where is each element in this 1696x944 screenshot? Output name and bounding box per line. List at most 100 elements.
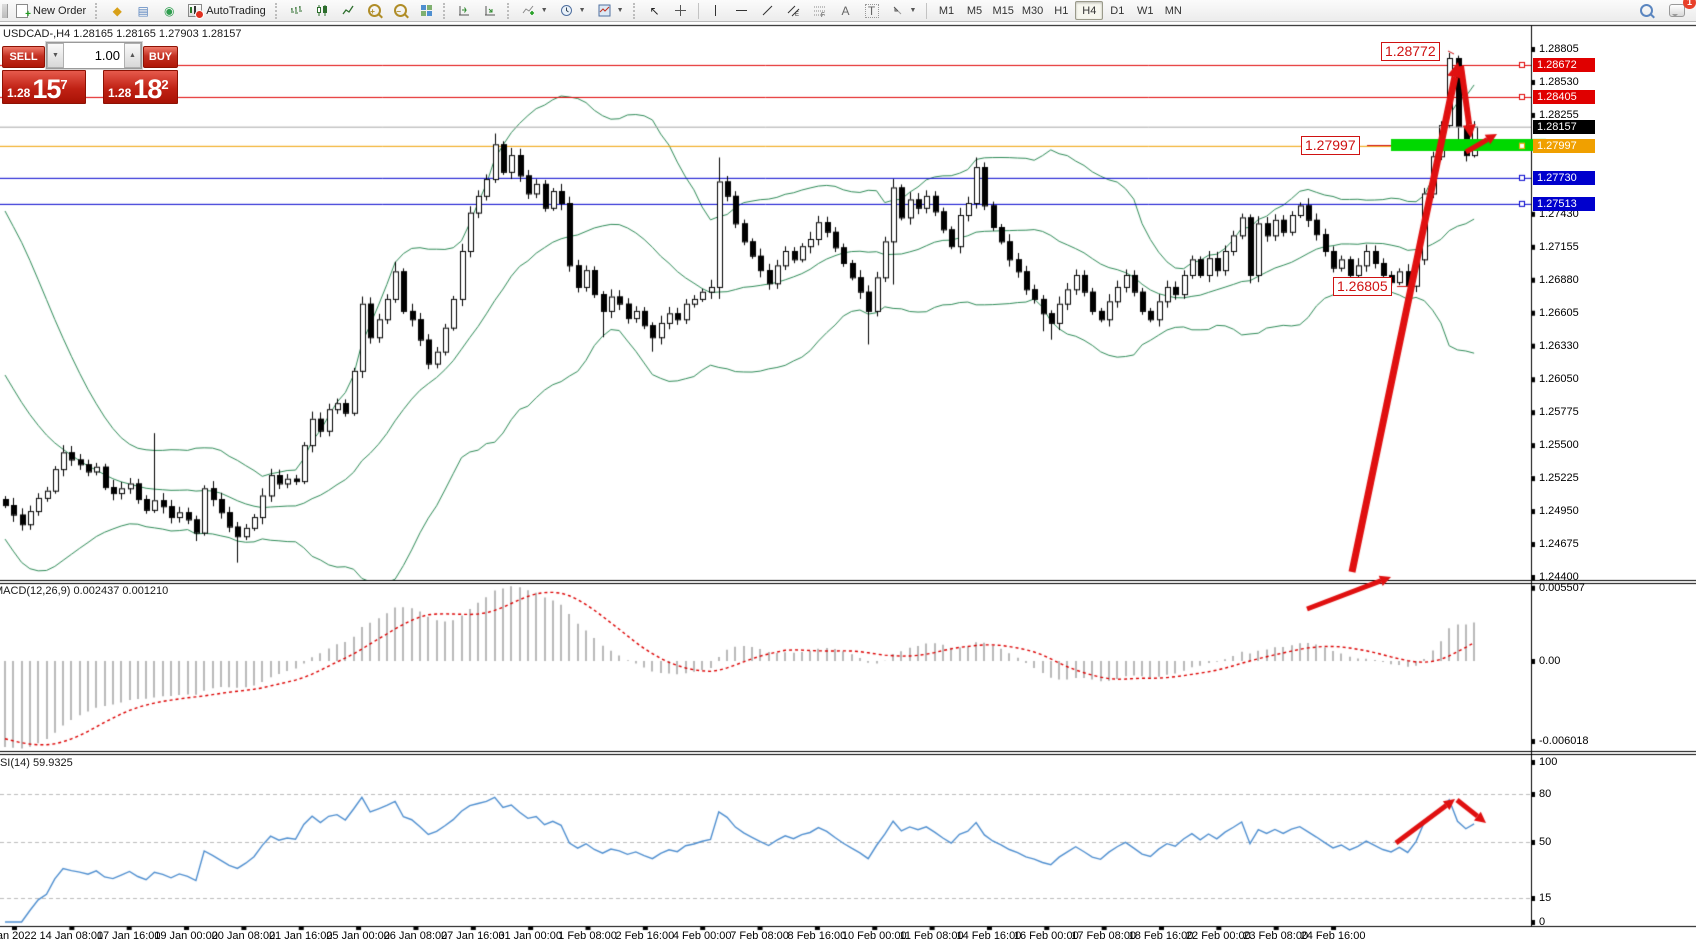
volume-up-button[interactable]: ▲: [124, 43, 141, 68]
price-callout-label[interactable]: 1.27997: [1301, 136, 1360, 155]
timeframe-m30-button[interactable]: M30: [1018, 1, 1047, 20]
volume-stepper: ▼ ▲: [46, 42, 142, 69]
shapes-button[interactable]: ▼: [886, 1, 922, 21]
buy-price-small: 1.28: [108, 86, 131, 101]
time-tick-label: 18 Feb 16:00: [1129, 930, 1194, 942]
price-tick-label: 1.26050: [1539, 373, 1579, 385]
trendline-button[interactable]: [756, 1, 780, 21]
notifications-button[interactable]: 1: [1664, 1, 1690, 21]
timeframe-mn-button[interactable]: MN: [1159, 1, 1187, 20]
autotrading-icon: [188, 4, 202, 18]
buy-price-sup: 2: [161, 79, 168, 91]
tile-windows-icon: [420, 4, 434, 18]
time-tick-label: 11 Feb 08:00: [900, 930, 964, 942]
cursor-button[interactable]: ↖: [643, 1, 667, 21]
sell-button[interactable]: SELL: [2, 46, 45, 68]
time-tick-label: 22 Feb 00:00: [1186, 930, 1251, 942]
fibonacci-icon: F: [813, 4, 827, 18]
indicators-button[interactable]: ▼: [517, 1, 553, 21]
time-tick-label: 1 Feb 08:00: [558, 930, 617, 942]
new-order-label: New Order: [33, 5, 86, 17]
bar-chart-icon: [290, 4, 304, 18]
text-icon: A: [839, 4, 853, 18]
clipped-icon: [2, 4, 8, 18]
vertical-line-button[interactable]: [704, 1, 728, 21]
new-order-button[interactable]: New Order: [10, 1, 91, 21]
timeframe-d1-button[interactable]: D1: [1103, 1, 1131, 20]
timeframe-m15-button[interactable]: M15: [988, 1, 1017, 20]
vertical-line-icon: [709, 4, 723, 18]
horizontal-line-button[interactable]: [730, 1, 754, 21]
rsi-tick-label: 80: [1539, 788, 1551, 800]
time-tick-label: 17 Jan 16:00: [97, 930, 161, 942]
text-label-button[interactable]: T: [860, 1, 884, 21]
price-tick-label: 1.25775: [1539, 406, 1579, 418]
timeframe-bar: M1M5M15M30H1H4D1W1MN: [932, 1, 1187, 20]
signals-button[interactable]: ◉: [157, 1, 181, 21]
channel-button[interactable]: E: [782, 1, 806, 21]
level-price-label: 1.28672: [1533, 58, 1595, 72]
macd-indicator-label: MACD(12,26,9) 0.002437 0.001210: [0, 585, 168, 597]
autotrading-button[interactable]: AutoTrading: [183, 1, 271, 21]
template-button[interactable]: ▼: [593, 1, 629, 21]
one-click-trading-panel: SELL ▼ ▲ BUY 1.28 15 7 1.28 18 2: [2, 42, 178, 104]
time-tick-label: 7 Feb 08:00: [730, 930, 789, 942]
rsi-indicator-label: RSI(14) 59.9325: [0, 757, 73, 769]
fibonacci-button[interactable]: F: [808, 1, 832, 21]
candlestick-chart-icon: [316, 4, 330, 18]
text-label-icon: T: [865, 4, 879, 18]
chat-bubble-icon: [1669, 4, 1685, 17]
template-icon: [598, 4, 612, 18]
price-callout-label[interactable]: 1.28772: [1381, 42, 1440, 61]
autotrading-label: AutoTrading: [206, 5, 266, 17]
bar-chart-button[interactable]: [285, 1, 309, 21]
volume-input[interactable]: [64, 43, 124, 68]
zoom-in-button[interactable]: +: [363, 1, 387, 21]
timeframe-h1-button[interactable]: H1: [1047, 1, 1075, 20]
buy-price-display[interactable]: 1.28 18 2: [103, 70, 178, 104]
candlestick-chart-button[interactable]: [311, 1, 335, 21]
profile-button[interactable]: ◆: [105, 1, 129, 21]
crosshair-button[interactable]: [669, 1, 693, 21]
sell-price-display[interactable]: 1.28 15 7: [2, 70, 86, 104]
time-tick-label: 4 Feb 00:00: [673, 930, 732, 942]
market-watch-icon: ▤: [136, 4, 150, 18]
time-tick-label: 16 Feb 00:00: [1014, 930, 1079, 942]
level-price-label: 1.27997: [1533, 139, 1595, 153]
market-watch-button[interactable]: ▤: [131, 1, 155, 21]
timeframe-w1-button[interactable]: W1: [1131, 1, 1159, 20]
price-callout-label[interactable]: 1.26805: [1333, 277, 1392, 296]
volume-down-button[interactable]: ▼: [47, 43, 64, 68]
auto-scroll-icon: [458, 4, 472, 18]
channel-icon: E: [787, 4, 801, 18]
buy-button[interactable]: BUY: [143, 46, 178, 68]
search-button[interactable]: [1635, 1, 1658, 21]
time-tick-label: 14 Jan 08:00: [40, 930, 104, 942]
line-chart-icon: [342, 4, 356, 18]
text-button[interactable]: A: [834, 1, 858, 21]
level-price-label: 1.28405: [1533, 90, 1595, 104]
period-dropdown-arrow: ▼: [579, 7, 586, 14]
tile-windows-button[interactable]: [415, 1, 439, 21]
time-tick-label: 25 Jan 00:00: [326, 930, 390, 942]
line-chart-button[interactable]: [337, 1, 361, 21]
zoom-out-button[interactable]: −: [389, 1, 413, 21]
chart-canvas[interactable]: [0, 22, 1696, 944]
price-tick-label: 1.28805: [1539, 43, 1579, 55]
price-tick-label: 1.26880: [1539, 274, 1579, 286]
period-button[interactable]: ▼: [555, 1, 591, 21]
svg-text:E: E: [795, 12, 799, 17]
time-tick-label: 19 Jan 00:00: [154, 930, 218, 942]
current-price-label: 1.28157: [1533, 120, 1595, 134]
time-tick-label: 24 Feb 16:00: [1301, 930, 1366, 942]
chart-shift-button[interactable]: [479, 1, 503, 21]
sell-price-big: 15: [32, 77, 60, 101]
chart-window: USDCAD-,H4 1.28165 1.28165 1.27903 1.281…: [0, 22, 1696, 944]
template-dropdown-arrow: ▼: [617, 7, 624, 14]
auto-scroll-button[interactable]: [453, 1, 477, 21]
timeframe-m1-button[interactable]: M1: [932, 1, 960, 20]
timeframe-h4-button[interactable]: H4: [1075, 1, 1103, 20]
timeframe-m5-button[interactable]: M5: [960, 1, 988, 20]
price-tick-label: 1.27155: [1539, 241, 1579, 253]
time-tick-label: 8 Feb 16:00: [788, 930, 847, 942]
